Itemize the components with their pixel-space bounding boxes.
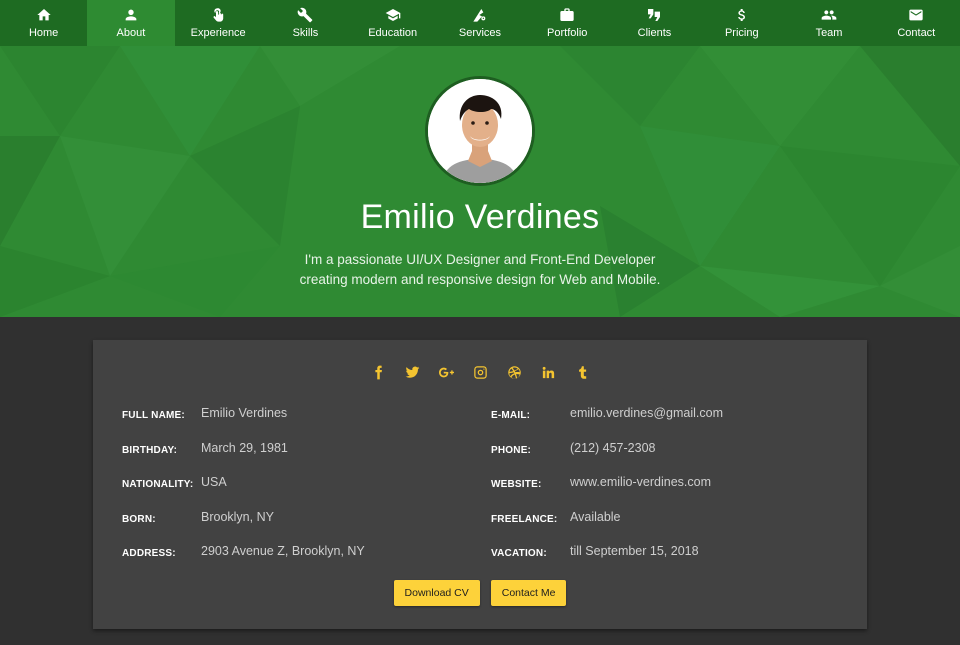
info-row: FREELANCE: Available bbox=[491, 510, 851, 545]
nav-item-team[interactable]: Team bbox=[785, 0, 872, 46]
phone-value: (212) 457-2308 bbox=[570, 440, 656, 455]
info-value: March 29, 1981 bbox=[201, 440, 288, 455]
info-key: WEBSITE: bbox=[491, 479, 542, 490]
info-key: VACATION: bbox=[491, 548, 547, 559]
nav-item-services[interactable]: Services bbox=[436, 0, 523, 46]
info-row: VACATION: till September 15, 2018 bbox=[491, 544, 851, 579]
mail-icon bbox=[908, 7, 924, 23]
profile-name: Emilio Verdines bbox=[360, 198, 600, 236]
nav-label: Team bbox=[815, 27, 843, 39]
info-key: BORN: bbox=[122, 513, 156, 525]
website-value[interactable]: www.emilio-verdines.com bbox=[570, 475, 711, 489]
nav-item-skills[interactable]: Skills bbox=[262, 0, 349, 46]
top-nav: Home About Experience Skills Education S… bbox=[0, 0, 960, 46]
google-plus-icon[interactable] bbox=[436, 362, 456, 382]
nav-label: Education bbox=[368, 27, 418, 39]
tumblr-icon[interactable] bbox=[572, 362, 592, 382]
about-card: FULL NAME: Emilio Verdines BIRTHDAY: Mar… bbox=[93, 340, 867, 629]
nav-label: About bbox=[116, 27, 146, 39]
info-key: FULL NAME: bbox=[122, 410, 185, 421]
nav-label: Skills bbox=[292, 27, 319, 39]
facebook-icon[interactable] bbox=[368, 362, 388, 382]
info-row: WEBSITE: www.emilio-verdines.com bbox=[491, 475, 851, 510]
dollar-icon bbox=[734, 7, 750, 23]
team-icon bbox=[821, 7, 837, 23]
briefcase-icon bbox=[559, 7, 575, 23]
info-value: Available bbox=[570, 509, 621, 524]
nav-item-portfolio[interactable]: Portfolio bbox=[524, 0, 611, 46]
info-value: till September 15, 2018 bbox=[570, 544, 699, 558]
card-actions: Download CV Contact Me bbox=[93, 580, 867, 606]
nav-item-contact[interactable]: Contact bbox=[873, 0, 960, 46]
info-key: NATIONALITY: bbox=[122, 479, 194, 490]
user-icon bbox=[123, 7, 139, 23]
pointer-hand-icon bbox=[210, 7, 226, 23]
info-key: ADDRESS: bbox=[122, 548, 176, 559]
info-key: PHONE: bbox=[491, 444, 532, 456]
nav-item-education[interactable]: Education bbox=[349, 0, 436, 46]
dribbble-icon[interactable] bbox=[504, 362, 524, 382]
instagram-icon[interactable] bbox=[470, 362, 490, 382]
services-icon bbox=[472, 7, 488, 23]
nav-label: Experience bbox=[190, 27, 246, 39]
info-row: NATIONALITY: USA bbox=[122, 475, 482, 510]
info-row: E-MAIL: emilio.verdines@gmail.com bbox=[491, 406, 851, 441]
profile-bio: I'm a passionate UI/UX Designer and Fron… bbox=[299, 252, 661, 287]
avatar bbox=[425, 76, 535, 186]
info-row: ADDRESS: 2903 Avenue Z, Brooklyn, NY bbox=[122, 544, 482, 579]
info-key: E-MAIL: bbox=[491, 410, 531, 421]
nav-label: Pricing bbox=[724, 27, 759, 39]
graduation-cap-icon bbox=[385, 7, 401, 23]
nav-label: Portfolio bbox=[547, 27, 588, 39]
info-row: BIRTHDAY: March 29, 1981 bbox=[122, 441, 482, 476]
email-value[interactable]: emilio.verdines@gmail.com bbox=[570, 406, 723, 420]
info-value: Brooklyn, NY bbox=[201, 509, 274, 524]
nav-label: Home bbox=[28, 27, 59, 39]
info-column-left: FULL NAME: Emilio Verdines BIRTHDAY: Mar… bbox=[122, 406, 482, 579]
hero-section: Emilio Verdines I'm a passionate UI/UX D… bbox=[0, 46, 960, 317]
nav-label: Services bbox=[458, 27, 502, 39]
info-row: FULL NAME: Emilio Verdines bbox=[122, 406, 482, 441]
info-column-right: E-MAIL: emilio.verdines@gmail.com PHONE:… bbox=[491, 406, 851, 579]
twitter-icon[interactable] bbox=[402, 362, 422, 382]
info-row: BORN: Brooklyn, NY bbox=[122, 510, 482, 545]
nav-item-clients[interactable]: Clients bbox=[611, 0, 698, 46]
info-key: FREELANCE: bbox=[491, 513, 558, 525]
info-key: BIRTHDAY: bbox=[122, 444, 178, 456]
social-links bbox=[93, 362, 867, 382]
contact-me-button[interactable]: Contact Me bbox=[490, 580, 567, 606]
info-row: PHONE: (212) 457-2308 bbox=[491, 441, 851, 476]
info-value: Emilio Verdines bbox=[201, 406, 288, 420]
nav-item-about[interactable]: About bbox=[87, 0, 175, 46]
nav-item-pricing[interactable]: Pricing bbox=[698, 0, 785, 46]
avatar-portrait bbox=[428, 79, 532, 183]
home-icon bbox=[36, 7, 52, 23]
info-value: USA bbox=[201, 475, 227, 489]
info-value: 2903 Avenue Z, Brooklyn, NY bbox=[201, 544, 365, 558]
wrench-icon bbox=[297, 7, 313, 23]
nav-label: Contact bbox=[897, 27, 936, 39]
quote-icon bbox=[646, 7, 662, 23]
nav-item-experience[interactable]: Experience bbox=[175, 0, 262, 46]
download-cv-button[interactable]: Download CV bbox=[393, 580, 480, 606]
nav-label: Clients bbox=[637, 27, 672, 39]
nav-item-home[interactable]: Home bbox=[0, 0, 87, 46]
linkedin-icon[interactable] bbox=[538, 362, 558, 382]
